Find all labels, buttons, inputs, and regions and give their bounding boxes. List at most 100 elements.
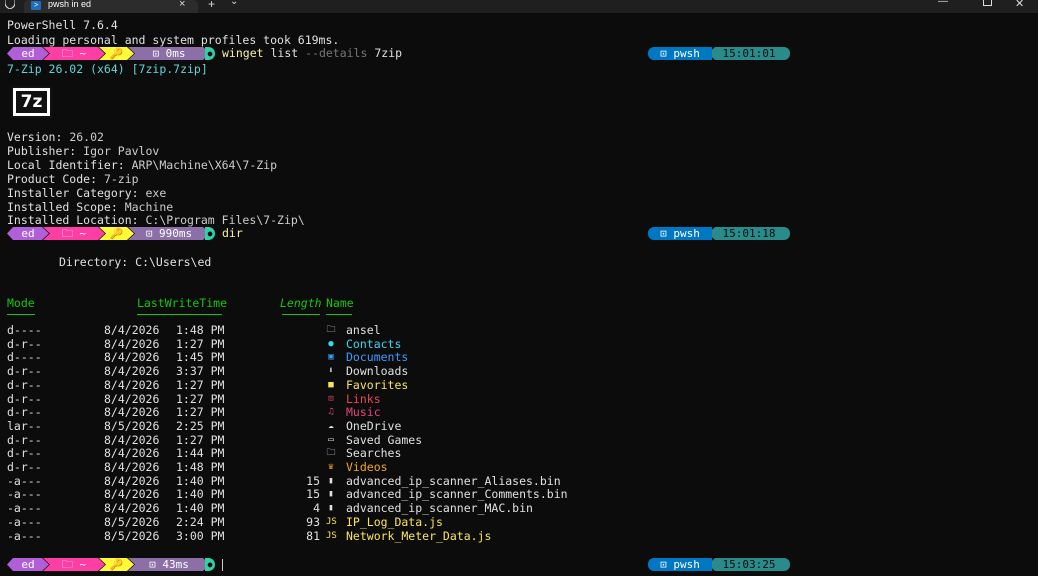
file-name: Documents [346,350,409,365]
mode-cell: d-r-- [7,460,42,474]
time-cell: 1:27 PM [176,377,225,392]
mode-cell: -a--- [7,487,42,502]
mode-cell: lar-- [7,418,42,433]
file-icon: ● [328,338,334,349]
length-cell: 93 [306,514,320,529]
detail-line: Installer Category: exe [7,186,166,200]
prompt-user-segment: ed [7,558,49,571]
date-cell: 8/4/2026 [104,364,160,379]
date-cell: 8/4/2026 [104,501,160,516]
detail-value: ARP\Machine\X64\7-Zip [124,158,278,172]
table-row: -a--- 8/5/2026 3:00 PM 81 JS Network_Meter_Da… [0,529,600,543]
file-icon: ♫ [328,407,334,418]
detail-line: Local Identifier: ARP\Machine\X64\7-Zip [7,158,277,172]
window-title-bar: > pwsh in ed × + ⌄ — ✕ [0,0,1038,13]
detail-value: 26.02 [62,130,104,144]
time-cell: 1:27 PM [176,391,225,406]
prompt-clock: 15:03:25 [708,558,790,571]
time-cell: 2:24 PM [176,514,225,529]
file-name: Saved Games [346,432,423,447]
detail-line: Version: 26.02 [7,130,104,144]
detail-key: Local Identifier: [7,158,125,172]
new-tab-button[interactable]: + [208,0,215,11]
chevron-down-icon[interactable]: ⌄ [230,0,238,7]
header-length: Length [280,296,322,310]
tab-close-icon[interactable]: × [179,0,185,10]
date-cell: 8/4/2026 [104,460,160,474]
header-underline [282,314,320,315]
file-icon: 🗀 [326,448,336,459]
file-name: advanced_ip_scanner_MAC.bin [346,501,533,516]
terminal-tab[interactable]: > pwsh in ed × [24,0,198,13]
file-icon: ▮ [328,503,334,514]
table-row: d---- 8/4/2026 1:45 PM ▣ Documents [0,350,600,364]
file-name: Network_Meter_Data.js [346,528,492,543]
file-icon: 🗀 [326,325,336,335]
file-icon: ▮ [328,489,334,500]
prompt-status-icon: ● [205,558,215,571]
table-row: d-r-- 8/4/2026 1:48 PM ♛ Videos [0,460,600,474]
table-row: -a--- 8/5/2026 2:24 PM 93 JS IP_Log_Data.js [0,515,600,529]
mode-cell: d-r-- [7,391,42,406]
mode-cell: d-r-- [7,432,42,447]
powershell-icon: > [31,1,41,10]
prompt-path-segment: 🗀 ~ [43,558,105,571]
mode-cell: d-r-- [7,446,42,461]
detail-key: Installer Category: [7,186,139,200]
shield-icon [5,0,15,9]
date-cell: 8/5/2026 [104,418,160,433]
date-cell: 8/4/2026 [104,350,160,365]
prompt-shell-segment: ⊡ pwsh [648,47,712,60]
length-cell: 81 [306,528,320,543]
prompt-path-segment: 🗀 ~ [43,47,105,60]
header-mode: Mode [7,296,35,310]
powershell-version: PowerShell 7.6.4 [7,18,118,32]
table-row: d-r-- 8/4/2026 1:44 PM 🗀 Searches [0,446,600,460]
header-underline [137,314,222,315]
logo-text: 7z [16,91,47,113]
mode-cell: d-r-- [7,405,42,420]
date-cell: 8/4/2026 [104,391,160,406]
prompt-status-icon: ● [205,47,215,60]
date-cell: 8/5/2026 [104,528,160,543]
directory-path: Directory: C:\Users\ed [59,255,212,269]
text-cursor[interactable] [222,559,223,571]
prompt-duration-segment: ⊡ 43ms [128,558,210,571]
detail-key: Installed Scope: [7,200,118,214]
file-name: ansel [346,323,381,337]
table-row: d-r-- 8/4/2026 1:27 PM ♫ Music [0,405,600,419]
package-line: 7-Zip 26.02 (x64) [7zip.7zip] [7,62,208,76]
file-icon: ▮ [328,475,334,486]
table-row: -a--- 8/4/2026 1:40 PM 15 ▮ advanced_ip_scann… [0,487,600,501]
maximize-button[interactable] [983,0,992,6]
close-window-button[interactable]: ✕ [1015,0,1024,10]
file-name: Videos [346,460,388,474]
detail-key: Installed Location: [7,213,139,227]
prompt-user-segment: ed [7,47,49,60]
header-underline [7,314,35,315]
file-name: Music [346,405,381,420]
command-value: 7zip [367,46,403,60]
file-icon: ♛ [328,462,334,472]
detail-value: C:\Program Files\7-Zip\ [138,213,305,227]
time-cell: 1:27 PM [176,432,225,447]
time-cell: 1:40 PM [176,487,225,502]
file-name: Contacts [346,336,402,351]
date-cell: 8/4/2026 [104,336,160,351]
file-name: Favorites [346,377,409,392]
minimize-button[interactable]: — [938,0,948,7]
command-text: winget list --details 7zip [222,46,402,60]
table-row: d-r-- 8/4/2026 3:37 PM ⬇ Downloads [0,364,600,378]
file-icon: ▭ [328,434,334,445]
file-icon: ■ [328,379,334,390]
date-cell: 8/4/2026 [104,377,160,392]
file-name: advanced_ip_scanner_Comments.bin [346,487,568,502]
time-cell: 1:40 PM [176,473,225,488]
command-text: dir [222,226,243,240]
detail-key: Version: [7,130,63,144]
date-cell: 8/4/2026 [104,487,160,502]
mode-cell: d-r-- [7,377,42,392]
prompt-duration-segment: ⊡ 990ms [128,227,210,240]
detail-value: 7-zip [97,172,139,186]
date-cell: 8/4/2026 [104,446,160,461]
